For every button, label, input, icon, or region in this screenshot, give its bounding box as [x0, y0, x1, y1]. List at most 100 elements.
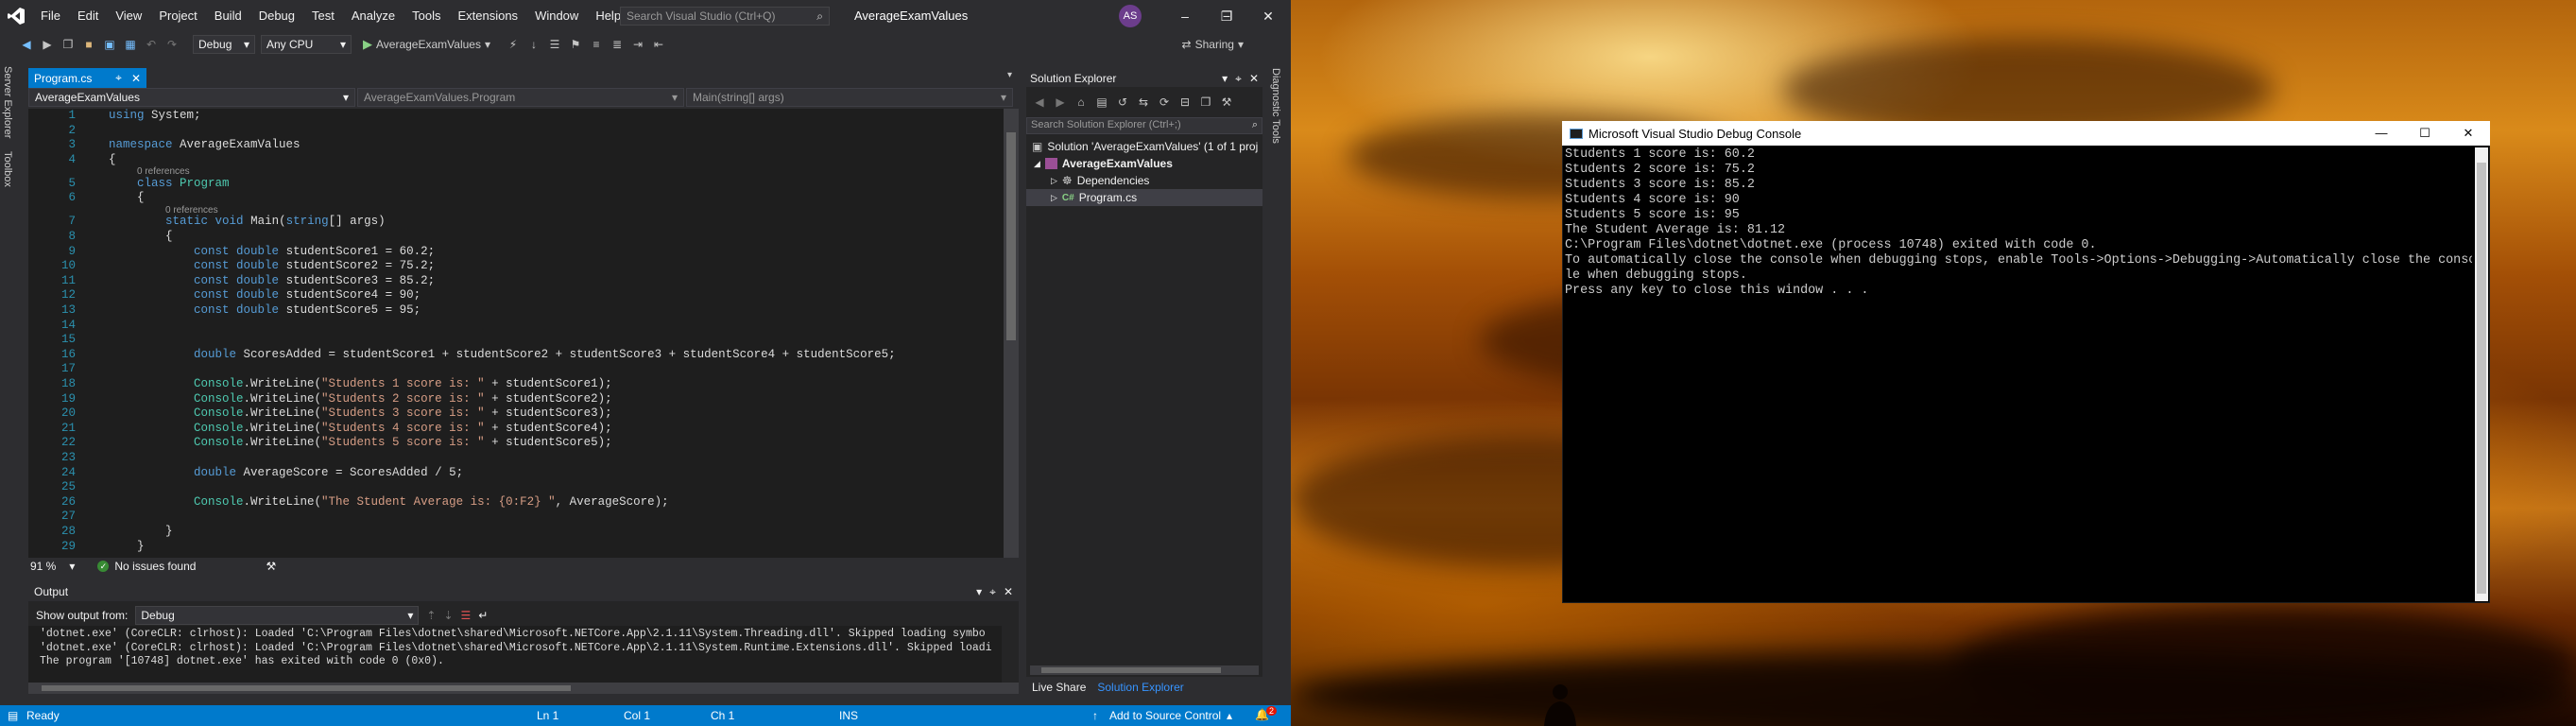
solution-explorer-scroll-thumb[interactable]: [1041, 667, 1221, 673]
code-line[interactable]: 3 namespace AverageExamValues: [28, 138, 1004, 153]
server-explorer-tab[interactable]: Server Explorer: [2, 66, 13, 138]
code-line[interactable]: 9 const double studentScore1 = 60.2;: [28, 245, 1004, 260]
platform-dropdown[interactable]: Any CPU ▾: [261, 35, 352, 54]
tree-item-program-cs[interactable]: ▷ C# Program.cs: [1026, 189, 1262, 206]
solution-search-input[interactable]: Search Solution Explorer (Ctrl+;) ⌕: [1026, 117, 1262, 134]
code-line[interactable]: 26 Console.WriteLine("The Student Averag…: [28, 495, 1004, 510]
console-maximize-icon[interactable]: ☐: [2403, 126, 2447, 141]
chevron-down-icon[interactable]: ▾: [69, 560, 75, 573]
code-line[interactable]: 4{: [28, 153, 1004, 168]
chevron-up-icon[interactable]: ▴: [1227, 709, 1232, 722]
code-line[interactable]: 7 static void Main(string[] args): [28, 215, 1004, 230]
refactor-icon[interactable]: ⚒: [266, 560, 276, 573]
tab-overflow-icon[interactable]: ▾: [1007, 70, 1012, 80]
code-editor[interactable]: 1 using System; 2 3 namespace AverageExamVal…: [28, 109, 1004, 558]
code-line[interactable]: 22 Console.WriteLine("Students 5 score i…: [28, 436, 1004, 451]
forward-icon[interactable]: ▶: [40, 37, 55, 52]
code-line[interactable]: 0 references: [28, 205, 1004, 215]
pin-icon[interactable]: ⌖: [1235, 72, 1242, 86]
word-wrap-icon[interactable]: ↵: [478, 609, 488, 622]
start-debugging-button[interactable]: ▶ AverageExamValues ▾: [363, 37, 490, 52]
code-line[interactable]: 14: [28, 319, 1004, 334]
minimize-button[interactable]: –: [1164, 0, 1206, 32]
chevron-down-icon[interactable]: ▾: [976, 585, 982, 599]
close-icon[interactable]: ✕: [1247, 0, 1289, 32]
avatar[interactable]: AS: [1119, 5, 1142, 27]
history-icon[interactable]: ↺: [1115, 95, 1130, 110]
code-line[interactable]: 19 Console.WriteLine("Students 2 score i…: [28, 392, 1004, 407]
pin-icon[interactable]: ⌖: [115, 71, 122, 85]
properties-icon[interactable]: ⚒: [1219, 95, 1234, 110]
console-minimize-icon[interactable]: —: [2360, 126, 2403, 141]
expand-arrow-icon[interactable]: ◢: [1034, 159, 1040, 169]
toolbox-tab[interactable]: Toolbox: [2, 151, 13, 187]
bookmark-icon[interactable]: ⚑: [568, 37, 583, 52]
undo-icon[interactable]: ↶: [144, 37, 159, 52]
goto-prev-icon[interactable]: ⇣: [443, 609, 453, 622]
collapsed-arrow-icon[interactable]: ▷: [1051, 193, 1057, 203]
code-line[interactable]: 28 }: [28, 525, 1004, 540]
uncomment-icon[interactable]: ≣: [610, 37, 625, 52]
code-line[interactable]: 5 class Program: [28, 177, 1004, 192]
close-icon[interactable]: ✕: [1004, 585, 1013, 599]
member-nav-dropdown[interactable]: Main(string[] args) ▾: [686, 88, 1013, 107]
tree-item-project[interactable]: ◢ AverageExamValues: [1034, 155, 1173, 172]
menu-test[interactable]: Test: [303, 0, 343, 32]
switch-views-icon[interactable]: ▤: [1094, 95, 1109, 110]
tree-item-dependencies[interactable]: ▷ ☸ Dependencies: [1051, 172, 1149, 189]
console-close-icon[interactable]: ✕: [2447, 126, 2490, 141]
project-nav-dropdown[interactable]: AverageExamValues ▾: [28, 88, 355, 107]
code-line[interactable]: 25: [28, 480, 1004, 495]
new-project-icon[interactable]: ❐: [60, 37, 76, 52]
configuration-dropdown[interactable]: Debug ▾: [193, 35, 255, 54]
refresh-icon[interactable]: ⟳: [1157, 95, 1172, 110]
clear-all-icon[interactable]: ☰: [461, 609, 472, 622]
menu-extensions[interactable]: Extensions: [449, 0, 526, 32]
code-line[interactable]: 21 Console.WriteLine("Students 4 score i…: [28, 422, 1004, 437]
issues-label[interactable]: No issues found: [114, 560, 196, 573]
save-icon[interactable]: ▣: [102, 37, 117, 52]
output-text[interactable]: 'dotnet.exe' (CoreCLR: clrhost): Loaded …: [28, 626, 1002, 683]
code-line[interactable]: 16 double ScoresAdded = studentScore1 + …: [28, 348, 1004, 363]
codelens-references[interactable]: 0 references: [165, 205, 218, 215]
find-message-icon[interactable]: ⇡: [426, 609, 436, 622]
console-output[interactable]: Students 1 score is: 60.2 Students 2 scor…: [1565, 147, 2472, 599]
redo-icon[interactable]: ↷: [164, 37, 180, 52]
sharing-button[interactable]: ⇄ Sharing ▾: [1182, 38, 1244, 51]
tab-program-cs[interactable]: Program.cs ⌖ ✕: [28, 68, 146, 88]
status-char[interactable]: Ch 1: [711, 709, 734, 722]
hierarchy-icon[interactable]: ☰: [547, 37, 562, 52]
menu-analyze[interactable]: Analyze: [343, 0, 404, 32]
code-line[interactable]: 10 const double studentScore2 = 75.2;: [28, 259, 1004, 274]
show-all-files-icon[interactable]: ❐: [1198, 95, 1213, 110]
code-line[interactable]: 27: [28, 510, 1004, 525]
menu-tools[interactable]: Tools: [404, 0, 449, 32]
outdent-icon[interactable]: ⇤: [651, 37, 666, 52]
codelens-references[interactable]: 0 references: [137, 167, 190, 177]
code-line[interactable]: 12 const double studentScore4 = 90;: [28, 288, 1004, 303]
code-line[interactable]: 20 Console.WriteLine("Students 3 score i…: [28, 406, 1004, 422]
pin-icon[interactable]: ⌖: [989, 585, 996, 599]
back-icon[interactable]: ◀: [1032, 95, 1047, 110]
solution-explorer-hscroll[interactable]: [1030, 666, 1259, 675]
code-line[interactable]: 17: [28, 362, 1004, 377]
step-into-icon[interactable]: ↓: [526, 37, 541, 52]
code-line[interactable]: 15: [28, 333, 1004, 348]
status-insert-mode[interactable]: INS: [839, 709, 858, 722]
menu-view[interactable]: View: [107, 0, 150, 32]
zoom-level[interactable]: 91 %: [30, 560, 56, 573]
menu-file[interactable]: File: [32, 0, 69, 32]
code-line[interactable]: 0 references: [28, 167, 1004, 177]
search-input[interactable]: Search Visual Studio (Ctrl+Q) ⌕: [620, 7, 830, 26]
menu-project[interactable]: Project: [150, 0, 205, 32]
menu-build[interactable]: Build: [206, 0, 250, 32]
restore-icon[interactable]: ❐: [1206, 0, 1247, 32]
chevron-down-icon[interactable]: ▾: [1222, 72, 1228, 86]
code-line[interactable]: 18 Console.WriteLine("Students 1 score i…: [28, 377, 1004, 392]
collapsed-arrow-icon[interactable]: ▷: [1051, 176, 1057, 186]
indent-icon[interactable]: ⇥: [630, 37, 645, 52]
diagnostic-icon[interactable]: ⚡: [506, 37, 521, 52]
code-line[interactable]: 29 }: [28, 540, 1004, 555]
editor-scroll-thumb[interactable]: [1006, 132, 1016, 340]
comment-icon[interactable]: ≡: [589, 37, 604, 52]
